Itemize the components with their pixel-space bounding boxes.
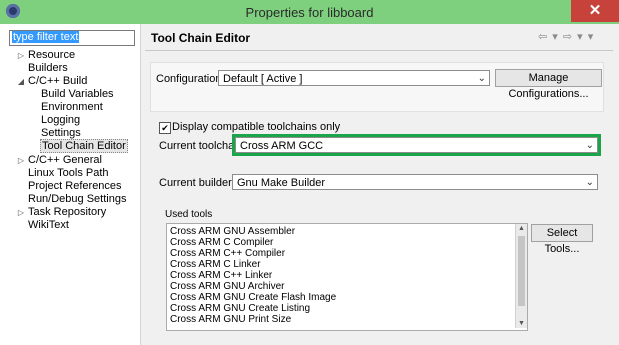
expand-arrow-icon[interactable]: ▷ <box>17 206 25 219</box>
window-title: Properties for libboard <box>245 5 374 20</box>
nav-item-logging[interactable]: Logging <box>41 114 80 127</box>
display-compatible-label: Display compatible toolchains only <box>172 121 341 133</box>
nav-label: C/C++ General <box>28 154 102 166</box>
select-tools-button[interactable]: Select Tools... <box>531 224 593 255</box>
nav-item-run-debug-settings[interactable]: Run/Debug Settings <box>28 193 126 206</box>
list-item[interactable]: Cross ARM C Compiler <box>170 237 273 248</box>
nav-label: Project References <box>28 180 122 192</box>
list-item[interactable]: Cross ARM GNU Print Size <box>170 314 291 325</box>
nav-label: C/C++ Build <box>28 75 88 87</box>
display-compatible-checkbox[interactable]: ✔ <box>159 122 171 134</box>
nav-label: Tool Chain Editor <box>40 139 128 153</box>
tools-scrollbar[interactable]: ▲ ▼ <box>515 224 527 328</box>
history-navigation-icons[interactable]: ⇦ ▾ ⇨ ▾ ▾ <box>538 30 594 43</box>
nav-label: Linux Tools Path <box>28 167 109 179</box>
used-tools-list[interactable]: Cross ARM GNU Assembler Cross ARM C Comp… <box>166 223 528 331</box>
page-title: Tool Chain Editor <box>151 31 251 45</box>
nav-item-build-variables[interactable]: Build Variables <box>41 88 114 101</box>
expand-arrow-icon[interactable]: ▷ <box>17 154 25 167</box>
current-builder-label: Current builder: <box>159 177 235 189</box>
current-builder-select[interactable]: Gnu Make Builder ⌄ <box>232 174 598 190</box>
close-button[interactable]: ✕ <box>571 0 619 22</box>
title-bar: Properties for libboard ✕ <box>0 0 619 24</box>
list-item[interactable]: Cross ARM GNU Create Flash Image <box>170 292 336 303</box>
nav-label: Resource <box>28 49 76 61</box>
list-item[interactable]: Cross ARM GNU Assembler <box>170 226 295 237</box>
nav-item-project-references[interactable]: Project References <box>28 180 122 193</box>
expand-arrow-icon[interactable]: ▷ <box>17 49 25 62</box>
nav-item-linux-tools-path[interactable]: Linux Tools Path <box>28 167 109 180</box>
manage-configurations-button[interactable]: Manage Configurations... <box>495 69 602 100</box>
current-builder-value: Gnu Make Builder <box>237 177 326 189</box>
used-tools-label: Used tools <box>165 209 213 220</box>
property-navigation: type filter text ▷ Resource Builders ◢ C… <box>0 24 141 345</box>
nav-label: Task Repository <box>28 206 107 218</box>
filter-text: type filter text <box>12 31 80 43</box>
collapse-arrow-icon[interactable]: ◢ <box>17 75 25 88</box>
nav-item-tool-chain-editor[interactable]: Tool Chain Editor <box>40 139 128 153</box>
chevron-down-icon: ⌄ <box>585 177 594 188</box>
nav-label: Build Variables <box>41 88 114 100</box>
scroll-up-icon[interactable]: ▲ <box>516 225 527 232</box>
chevron-down-icon: ⌄ <box>477 73 486 84</box>
configuration-select[interactable]: Default [ Active ] ⌄ <box>218 70 490 86</box>
list-item[interactable]: Cross ARM C++ Compiler <box>170 248 285 259</box>
list-item[interactable]: Cross ARM C++ Linker <box>170 270 272 281</box>
nav-item-environment[interactable]: Environment <box>41 101 103 114</box>
scroll-down-icon[interactable]: ▼ <box>516 320 527 327</box>
configuration-label: Configuration: <box>156 73 225 85</box>
list-item[interactable]: Cross ARM GNU Archiver <box>170 281 284 292</box>
nav-item-wikitext[interactable]: WikiText <box>28 219 69 232</box>
tool-chain-editor-panel: Tool Chain Editor ⇦ ▾ ⇨ ▾ ▾ Configuratio… <box>141 24 619 345</box>
nav-label: Run/Debug Settings <box>28 193 127 205</box>
nav-label: Settings <box>41 127 81 139</box>
filter-input[interactable]: type filter text <box>9 30 135 46</box>
nav-label: WikiText <box>28 219 69 231</box>
list-item[interactable]: Cross ARM C Linker <box>170 259 261 270</box>
nav-label: Builders <box>28 62 68 74</box>
nav-item-builders[interactable]: Builders <box>28 62 68 75</box>
list-item[interactable]: Cross ARM GNU Create Listing <box>170 303 310 314</box>
toolchain-highlight-frame <box>232 134 601 156</box>
nav-label: Logging <box>41 114 81 126</box>
header-divider <box>145 50 613 51</box>
nav-label: Environment <box>41 101 103 113</box>
configuration-value: Default [ Active ] <box>223 73 303 85</box>
scrollbar-thumb[interactable] <box>518 236 525 306</box>
